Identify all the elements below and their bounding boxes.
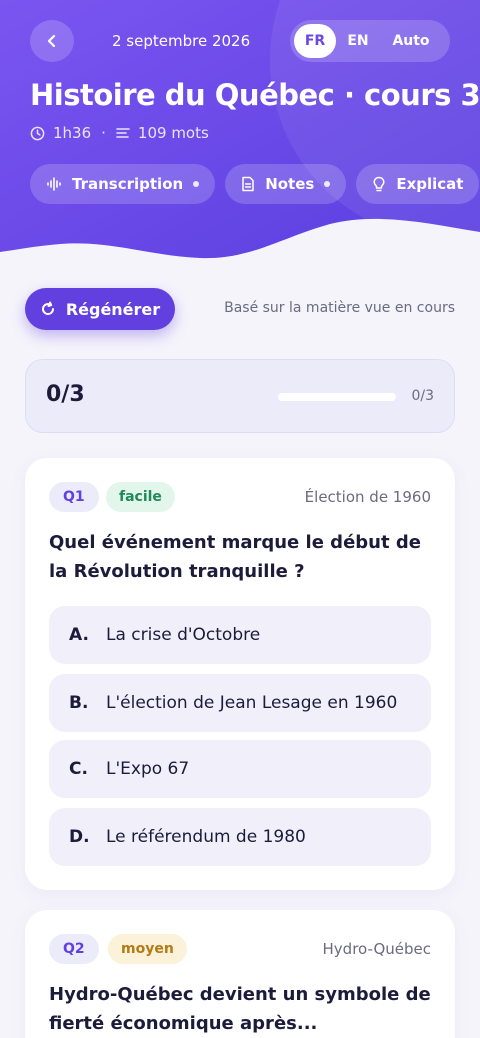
language-switch: FR EN Auto	[290, 20, 450, 62]
explication-chip-label: Explicat	[396, 175, 464, 193]
duration: 1h36	[53, 124, 92, 142]
lecture-meta: 1h36 · 109 mots	[30, 124, 209, 142]
option-letter: A.	[69, 625, 89, 645]
notes-chip-label: Notes	[265, 175, 315, 193]
option-letter: C.	[69, 759, 88, 779]
document-icon	[242, 176, 254, 192]
top-bar: 2 septembre 2026 FR EN Auto	[30, 20, 450, 62]
option-text: L'élection de Jean Lesage en 1960	[106, 693, 398, 713]
waveform-icon	[47, 177, 61, 191]
option-text: Le référendum de 1980	[106, 827, 306, 847]
lines-icon	[116, 128, 130, 138]
option-letter: D.	[69, 827, 90, 847]
question-number-badge: Q2	[49, 934, 99, 964]
regenerate-label: Régénérer	[65, 299, 161, 319]
question-card: Q1 facile Élection de 1960 Quel événemen…	[25, 458, 455, 890]
difficulty-badge: facile	[106, 482, 175, 512]
question-header: Q2 moyen Hydro-Québec	[49, 934, 431, 964]
notes-status-dot	[324, 181, 331, 187]
answer-option-c[interactable]: C. L'Expo 67	[49, 740, 431, 798]
view-chips: Transcription Notes Explicat	[30, 164, 480, 204]
back-button[interactable]	[30, 20, 74, 62]
refresh-icon	[41, 301, 54, 315]
question-header: Q1 facile Élection de 1960	[49, 482, 431, 512]
chevron-left-icon	[47, 34, 56, 48]
question-text: Quel événement marque le début de la Rév…	[49, 532, 421, 582]
quiz-actions: Régénérer Basé sur la matière vue en cou…	[25, 288, 455, 330]
page-title: Histoire du Québec · cours 3	[30, 78, 480, 112]
answer-option-b[interactable]: B. L'élection de Jean Lesage en 1960	[49, 674, 431, 732]
transcription-chip-label: Transcription	[72, 175, 184, 193]
language-auto-button[interactable]: Auto	[380, 24, 442, 58]
lightbulb-icon	[373, 176, 385, 192]
lecture-date: 2 septembre 2026	[112, 32, 251, 50]
progress-label: 0/3	[411, 388, 434, 404]
option-text: La crise d'Octobre	[106, 625, 261, 645]
progress-card: 0/3 0/3	[25, 359, 455, 433]
question-number-badge: Q1	[49, 482, 99, 512]
progress-score: 0/3	[46, 382, 85, 407]
answer-option-d[interactable]: D. Le référendum de 1980	[49, 808, 431, 866]
header: 2 septembre 2026 FR EN Auto Histoire du …	[0, 0, 480, 270]
transcription-status-dot	[193, 181, 200, 187]
transcription-chip[interactable]: Transcription	[30, 164, 216, 204]
word-count: 109 mots	[137, 124, 209, 142]
answer-option-a[interactable]: A. La crise d'Octobre	[49, 606, 431, 664]
question-text: Hydro-Québec devient un symbole de fiert…	[49, 984, 431, 1034]
language-en-button[interactable]: EN	[336, 24, 380, 58]
explication-chip[interactable]: Explicat	[356, 164, 480, 204]
meta-separator: ·	[101, 124, 106, 142]
clock-icon	[30, 126, 45, 140]
question-topic: Élection de 1960	[304, 488, 431, 506]
difficulty-badge: moyen	[108, 934, 187, 964]
regenerate-button[interactable]: Régénérer	[25, 288, 175, 330]
question-topic: Hydro-Québec	[322, 940, 431, 958]
quiz-source-note: Basé sur la matière vue en cours	[224, 300, 455, 316]
notes-chip[interactable]: Notes	[225, 164, 347, 204]
option-text: L'Expo 67	[106, 759, 190, 779]
option-letter: B.	[69, 693, 89, 713]
question-card: Q2 moyen Hydro-Québec Hydro-Québec devie…	[25, 910, 455, 1038]
progress-bar	[278, 393, 396, 401]
language-fr-button[interactable]: FR	[294, 24, 336, 58]
